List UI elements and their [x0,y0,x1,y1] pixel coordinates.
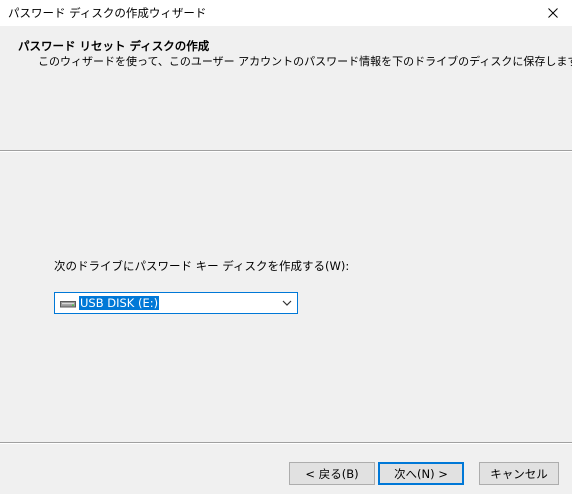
chevron-down-icon[interactable] [281,297,293,309]
footer-divider-highlight [0,443,572,444]
window-title: パスワード ディスクの作成ウィザード [8,6,207,20]
drive-select[interactable]: USB DISK (E:) [54,292,298,314]
header-title: パスワード リセット ディスクの作成 [18,39,210,53]
usb-drive-icon [60,301,76,308]
close-button[interactable] [534,0,572,26]
back-button[interactable]: < 戻る(B) [289,462,375,485]
title-bar: パスワード ディスクの作成ウィザード [0,0,572,26]
drive-select-value: USB DISK (E:) [79,296,160,310]
drive-select-label: 次のドライブにパスワード キー ディスクを作成する(W): [54,259,350,273]
wizard-header: パスワード リセット ディスクの作成 このウィザードを使って、このユーザー アカ… [0,26,572,150]
header-divider-highlight [0,151,572,152]
next-button[interactable]: 次へ(N) > [378,462,464,485]
wizard-window: パスワード ディスクの作成ウィザード パスワード リセット ディスクの作成 この… [0,0,572,494]
close-icon [548,8,558,18]
cancel-button[interactable]: キャンセル [479,462,559,485]
header-description: このウィザードを使って、このユーザー アカウントのパスワード情報を下のドライブの… [38,55,572,68]
